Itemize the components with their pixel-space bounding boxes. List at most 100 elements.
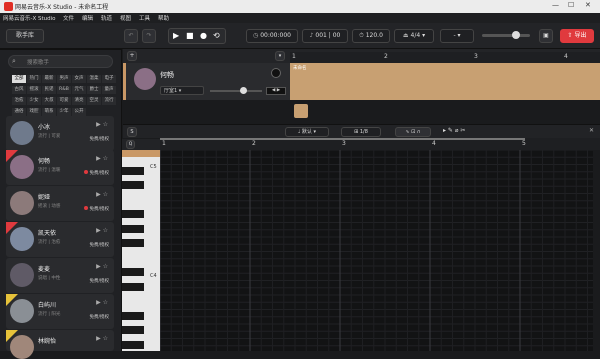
play-preview-icon[interactable]: ▶ ☆ (96, 121, 108, 128)
menu-track[interactable]: 轨道 (101, 14, 112, 22)
tag-filter[interactable]: 电子 (102, 75, 116, 83)
redo-button[interactable]: ↷ (142, 29, 156, 43)
pan-knob-icon[interactable] (271, 68, 281, 78)
tag-filter[interactable]: 少女 (27, 97, 41, 105)
singer-card[interactable]: 白屿川 流行 | 阳光 ▶ ☆ 免费/授权 (6, 294, 114, 329)
master-volume-handle[interactable] (512, 31, 520, 39)
tag-filter[interactable]: 热门 (27, 75, 41, 83)
vertical-scrollbar[interactable] (593, 150, 600, 351)
tag-filter[interactable]: 通俗 (12, 108, 26, 116)
black-key[interactable] (122, 181, 144, 189)
menu-help[interactable]: 帮助 (158, 14, 169, 22)
menu-file[interactable]: 文件 (63, 14, 74, 22)
tag-filter[interactable]: 可爱 (57, 97, 71, 105)
reverb-preset-select[interactable]: 厅室1 ▾ (160, 86, 204, 95)
black-key[interactable] (122, 239, 144, 247)
tag-filter[interactable]: 男声 (57, 75, 71, 83)
pitch-tools-icon[interactable]: ∿ ⊡ ∩ (395, 127, 431, 137)
snap-select[interactable]: ♩ 默认 ▾ (285, 127, 329, 137)
loop-range-bar[interactable] (160, 138, 525, 140)
menu-app[interactable]: 网易云音乐-X Studio (3, 14, 56, 22)
black-key[interactable] (122, 340, 144, 349)
menu-edit[interactable]: 编辑 (82, 14, 93, 22)
tag-filter[interactable]: 民谣 (42, 86, 56, 94)
menu-view[interactable]: 视图 (120, 14, 131, 22)
close-panel-icon[interactable]: ✕ (589, 127, 594, 134)
master-volume-slider[interactable] (482, 34, 530, 37)
tag-filter[interactable]: 戏腔 (27, 108, 41, 116)
piano-roll-grid[interactable] (160, 150, 600, 351)
tag-filter[interactable]: 童声 (102, 86, 116, 94)
mute-solo-icon[interactable]: ◀ ▶ (266, 87, 286, 95)
black-key[interactable] (122, 282, 144, 291)
export-button[interactable]: ⇧ 导出 (560, 29, 594, 43)
time-signature-select[interactable]: ⏏ 4/4 ▾ (394, 29, 434, 43)
singer-card[interactable]: 妮娅 摇滚 | 动感 ▶ ☆ 免费/授权 (6, 186, 114, 221)
play-icon[interactable]: ▶ (173, 31, 179, 40)
ruler-mark: 5 (522, 140, 526, 147)
singer-card[interactable]: 凯天依 流行 | 治愈 ▶ ☆ 免费/授权 (6, 222, 114, 257)
tag-filter[interactable]: 治愈 (12, 97, 26, 105)
search-icon: ⌕ (12, 57, 16, 65)
edit-tools-icon[interactable]: ▸ ✎ ⌀ ✂ (443, 127, 477, 137)
vocal-region[interactable]: 未命名 (290, 63, 600, 100)
play-preview-icon[interactable]: ▶ ☆ (96, 191, 108, 198)
tag-filter[interactable]: 大叔 (42, 97, 56, 105)
minimize-button[interactable]: — (552, 1, 559, 9)
tag-filter[interactable]: 少年 (57, 108, 71, 116)
singer-card[interactable]: 何畅 流行 | 温暖 ▶ ☆ 免费/授权 (6, 150, 114, 185)
menu-tools[interactable]: 工具 (139, 14, 150, 22)
tag-filter[interactable]: R&B (57, 86, 71, 94)
quantize-select[interactable]: ⊞ 1/8 (341, 127, 381, 137)
black-key[interactable] (122, 268, 144, 276)
s-toggle-button[interactable]: S (127, 127, 137, 137)
avatar (10, 155, 34, 179)
stop-icon[interactable]: ■ (186, 31, 194, 40)
tag-filter[interactable]: 女声 (72, 75, 86, 83)
play-preview-icon[interactable]: ▶ ☆ (96, 155, 108, 162)
tag-filter[interactable]: 流行 (102, 97, 116, 105)
tag-filter[interactable]: 最新 (42, 75, 56, 83)
track-volume-slider[interactable] (210, 90, 262, 92)
collapse-icon[interactable]: ▾ (275, 51, 285, 61)
maximize-button[interactable]: ☐ (568, 1, 574, 9)
panel-toggle-icon[interactable]: ▣ (539, 29, 553, 43)
black-key[interactable] (122, 311, 144, 320)
black-key[interactable] (122, 210, 144, 218)
tag-filter[interactable]: 元气 (72, 86, 86, 94)
menu-bar: 网易云音乐-X Studio 文件 编辑 轨道 视图 工具 帮助 (0, 13, 600, 23)
undo-button[interactable]: ↶ (124, 29, 138, 43)
tag-filter[interactable]: 清亮 (72, 97, 86, 105)
play-preview-icon[interactable]: ▶ ☆ (96, 299, 108, 306)
track-row[interactable]: 何畅 厅室1 ▾ ◀ ▶ (123, 63, 290, 100)
play-preview-icon[interactable]: ▶ ☆ (96, 227, 108, 234)
singer-card[interactable]: 麦麦 说唱 | 中性 ▶ ☆ 免费/授权 (6, 258, 114, 293)
tag-filter[interactable]: 空灵 (87, 97, 101, 105)
tag-filter[interactable]: 古风 (12, 86, 26, 94)
close-button[interactable]: ✕ (585, 1, 591, 9)
tag-filter[interactable]: 公开 (72, 108, 86, 116)
record-icon[interactable]: ● (200, 31, 207, 40)
play-preview-icon[interactable]: ▶ ☆ (96, 263, 108, 270)
black-key[interactable] (122, 326, 144, 334)
bar-beat-value: 001 | 00 (315, 32, 341, 39)
track-volume-handle[interactable] (240, 87, 247, 94)
loop-icon[interactable]: ⟲ (213, 31, 220, 40)
play-preview-icon[interactable]: ▶ ☆ (96, 335, 108, 342)
black-key[interactable] (122, 224, 144, 233)
tag-filter[interactable]: 爵士 (87, 86, 101, 94)
tempo-field[interactable]: ⏱ 120.0 (352, 29, 390, 43)
key-select[interactable]: - ▾ (440, 29, 474, 43)
add-track-button[interactable]: + (127, 51, 137, 61)
singer-library-button[interactable]: 歌手库 (6, 29, 44, 43)
singer-card[interactable]: 林婉怡 ▶ ☆ (6, 330, 114, 359)
region-thumbnail[interactable] (294, 104, 308, 118)
tag-filter[interactable]: 全部 (12, 75, 26, 83)
singer-search-input[interactable]: 搜索歌手 (8, 55, 113, 68)
tag-filter[interactable]: 温柔 (87, 75, 101, 83)
tag-filter[interactable]: 萌系 (42, 108, 56, 116)
black-key[interactable] (122, 166, 144, 175)
tag-filter[interactable]: 摇滚 (27, 86, 41, 94)
singer-card[interactable]: 小冰 流行 | 可爱 ▶ ☆ 免费/授权 (6, 116, 114, 151)
q-toggle-button[interactable]: Q (126, 140, 135, 149)
